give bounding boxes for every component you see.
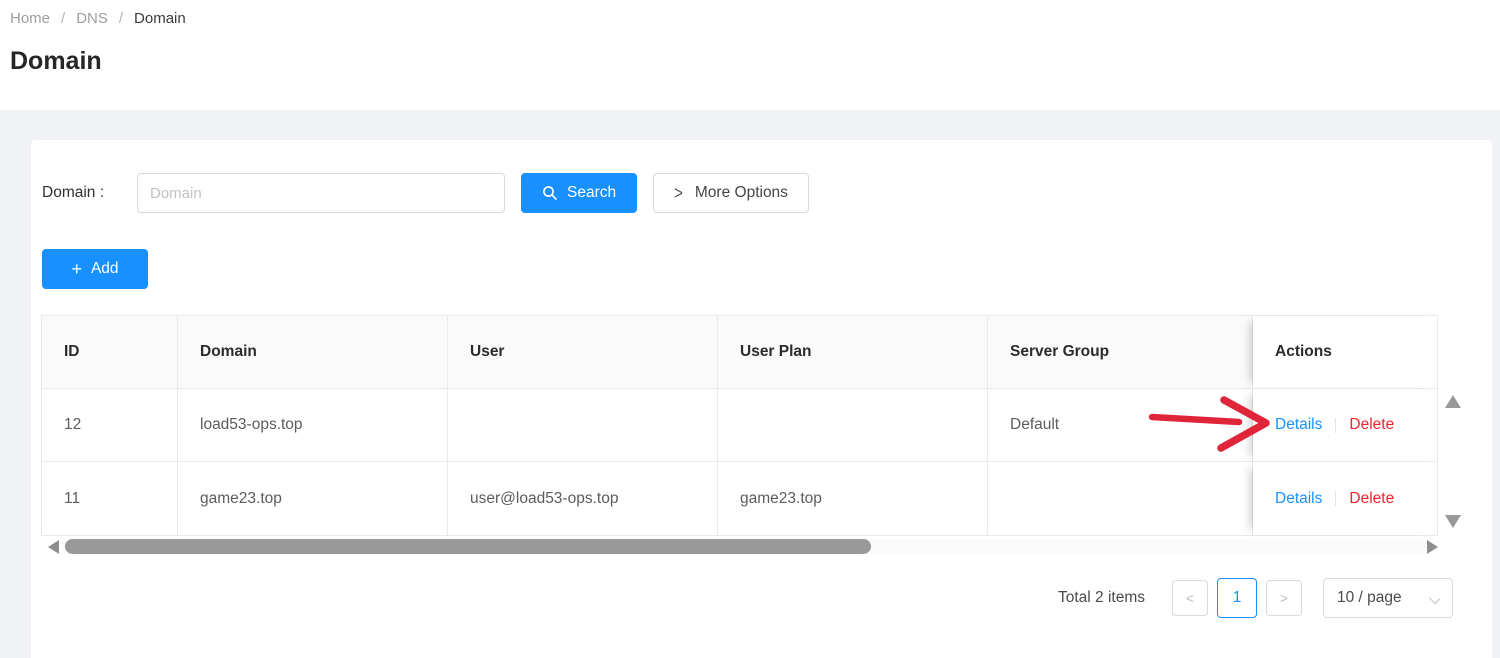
add-button-label: Add: [91, 260, 119, 278]
pagination-next-button[interactable]: >: [1266, 580, 1302, 616]
horizontal-scrollbar: [31, 539, 1492, 555]
scroll-up-arrow[interactable]: [1445, 395, 1461, 408]
scrollbar-thumb[interactable]: [65, 539, 871, 554]
cell-domain: load53-ops.top: [178, 389, 448, 462]
column-header-actions: Actions: [1253, 316, 1437, 389]
cell-domain: game23.top: [178, 462, 448, 535]
table-row: 11 game23.top user@load53-ops.top game23…: [42, 462, 1437, 535]
page-size-select[interactable]: 10 / page: [1323, 578, 1453, 618]
scroll-left-arrow[interactable]: [48, 540, 59, 554]
action-divider: [1335, 491, 1336, 506]
column-header-server-group: Server Group: [988, 316, 1253, 389]
cell-user-plan: [718, 389, 988, 462]
page-header: Home / DNS / Domain Domain: [0, 0, 1500, 110]
breadcrumb-separator: /: [61, 10, 65, 27]
scroll-right-arrow[interactable]: [1427, 540, 1438, 554]
breadcrumb-dns[interactable]: DNS: [76, 10, 108, 27]
table-row: 12 load53-ops.top Default Details Delete: [42, 389, 1437, 462]
column-header-user-plan: User Plan: [718, 316, 988, 389]
delete-link[interactable]: Delete: [1349, 416, 1394, 434]
breadcrumb: Home / DNS / Domain: [10, 10, 1500, 27]
cell-id: 12: [42, 389, 178, 462]
cell-actions: Details Delete: [1253, 389, 1437, 462]
column-header-user: User: [448, 316, 718, 389]
page-title: Domain: [10, 47, 1500, 76]
cell-user: [448, 389, 718, 462]
chevron-right-icon: >: [674, 182, 683, 203]
cell-id: 11: [42, 462, 178, 535]
search-button-label: Search: [567, 184, 616, 202]
content-card: Domain : Search > More Options + Add: [31, 140, 1492, 658]
more-options-button[interactable]: > More Options: [653, 173, 809, 213]
scroll-down-arrow[interactable]: [1445, 515, 1461, 528]
column-header-domain: Domain: [178, 316, 448, 389]
plus-icon: +: [71, 260, 82, 278]
scrollbar-track[interactable]: [62, 539, 1426, 554]
cell-server-group: [988, 462, 1253, 535]
pagination-page-1[interactable]: 1: [1217, 578, 1257, 618]
domain-search-input[interactable]: [137, 173, 505, 213]
breadcrumb-current: Domain: [134, 10, 186, 27]
screen: Home / DNS / Domain Domain Domain : Sear…: [0, 0, 1500, 658]
details-link[interactable]: Details: [1275, 490, 1322, 508]
more-options-label: More Options: [695, 184, 788, 202]
domain-filter-label: Domain :: [42, 184, 137, 202]
filter-row: Domain : Search > More Options: [31, 140, 1492, 213]
cell-user-plan: game23.top: [718, 462, 988, 535]
breadcrumb-home[interactable]: Home: [10, 10, 50, 27]
domain-table: ID Domain User User Plan Server Group Ac…: [41, 315, 1438, 536]
cell-user: user@load53-ops.top: [448, 462, 718, 535]
pagination-prev-button[interactable]: <: [1172, 580, 1208, 616]
pagination-total: Total 2 items: [1058, 589, 1145, 607]
search-button[interactable]: Search: [521, 173, 637, 213]
chevron-down-icon: [1429, 593, 1440, 604]
pagination: Total 2 items < 1 > 10 / page: [1058, 578, 1453, 618]
column-header-id: ID: [42, 316, 178, 389]
action-divider: [1335, 418, 1336, 433]
search-icon: [542, 185, 558, 201]
cell-server-group: Default: [988, 389, 1253, 462]
details-link[interactable]: Details: [1275, 416, 1322, 434]
cell-actions: Details Delete: [1253, 462, 1437, 535]
delete-link[interactable]: Delete: [1349, 490, 1394, 508]
page-size-value: 10 / page: [1337, 589, 1402, 607]
add-button[interactable]: + Add: [42, 249, 148, 289]
breadcrumb-separator: /: [119, 10, 123, 27]
table-header-row: ID Domain User User Plan Server Group Ac…: [42, 316, 1437, 389]
